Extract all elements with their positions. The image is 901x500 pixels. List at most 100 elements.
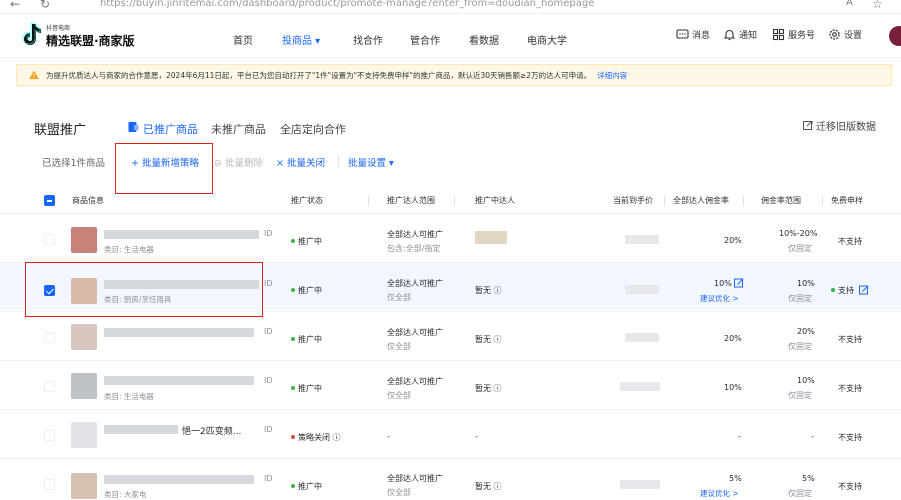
batch-settings-dropdown[interactable]: 批量设置 ▾ [348,155,394,169]
product-thumbnail[interactable] [71,324,97,350]
price-redacted [620,382,660,391]
col-scope: 推广达人范围 [387,196,435,205]
batch-close-button[interactable]: × 批量关闭 [276,155,325,169]
nav-ecommerce-university[interactable]: 电商大学 [527,32,567,47]
notify-label: 通知 [739,31,758,41]
batch-delete-button[interactable]: ⊖ 批量删除 [214,155,263,169]
status-text: 推广中 [298,286,322,295]
commission-range-value: 5% [802,474,815,483]
influencer-value: 暂无 ⓘ [475,335,502,344]
col-product-info: 商品信息 [72,196,104,205]
commission-value: 10% [714,279,732,288]
reader-icon[interactable]: A [846,0,853,8]
optimize-suggestion-link[interactable]: 建议优化 > [700,488,739,499]
status-badge: 推广中 [291,236,322,247]
select-all-checkbox[interactable] [44,195,55,206]
product-id: ID [264,279,273,288]
back-icon[interactable]: ← [10,0,20,11]
product-thumbnail[interactable] [71,422,97,448]
nav-home[interactable]: 首页 [233,32,253,47]
edit-icon[interactable] [859,285,869,295]
scope-subtext: 仅全部 [387,342,411,351]
tab-unpromoted-products[interactable]: 未推广商品 [211,121,266,137]
free-sample-value: 不支持 [838,335,862,344]
scope-text: 全部达人可推广 [387,230,443,239]
message-label: 消息 [692,31,711,41]
commission-range-subtext: 仅固定 [788,244,812,253]
nav-manage-cooperation[interactable]: 管合作 [410,32,440,47]
product-thumbnail[interactable] [71,373,97,399]
commission-range-value: 20% [797,327,815,336]
status-dot [291,337,295,341]
settings-button[interactable]: 设置 [828,28,862,41]
notice-detail-link[interactable]: 详细内容 [597,71,627,80]
notice-banner: 为提升优质达人与商家的合作意愿，2024年6月11日起，平台已为您自动打开了"1… [16,64,892,86]
commission-range-subtext: 仅固定 [788,489,812,498]
commission-value: 5% [729,474,742,483]
promoted-tab-icon [128,122,139,132]
nav-find-cooperation[interactable]: 找合作 [353,32,383,47]
scope-text: - [387,432,390,441]
top-header: 抖音电商 精选联盟·商家版 首页 投商品 ▾ 找合作 管合作 看数据 电商大学 … [0,14,901,58]
notice-message: 为提升优质达人与商家的合作意愿，2024年6月11日起，平台已为您自动打开了"1… [46,71,592,80]
export-icon [803,120,813,130]
commission-range-value: 10%-20% [779,229,818,238]
row-checkbox[interactable] [44,381,55,392]
optimize-suggestion-link[interactable]: 建议优化 > [700,293,739,304]
scope-text: 全部达人可推广 [387,279,443,288]
product-id: ID [264,376,273,385]
table-row[interactable]: ID 推广中 全部达人可推广 仅全部 暂无 ⓘ 20% 20% 仅固定 不支持 [0,311,901,359]
migrate-data-button[interactable]: 迁移旧版数据 [803,118,876,133]
col-commission-range: 佣金率范围 [761,196,801,205]
influencer-value: 暂无 ⓘ [475,482,502,491]
service-account-label: 服务号 [788,31,816,41]
bookmark-icon[interactable]: ☆ [872,0,883,11]
scope-subtext: 仅全部 [387,488,411,497]
warning-icon [29,70,39,79]
product-category: 类目: 生活电器 [104,392,154,401]
status-badge: 策略关闭 ⓘ [291,432,341,443]
brand-title[interactable]: 精选联盟·商家版 [46,32,135,49]
message-button[interactable]: 消息 [676,28,710,41]
status-dot [291,386,295,390]
avatar[interactable] [889,26,901,46]
product-thumbnail[interactable] [71,473,97,499]
row-checkbox[interactable] [44,332,55,343]
nav-promote-products[interactable]: 投商品 ▾ [282,32,320,47]
commission-value: 20% [724,236,742,245]
price-redacted [625,235,659,244]
table-row[interactable]: ID 类目: 生活电器 推广中 全部达人可推广 仅全部 暂无 ⓘ 10% 10%… [0,360,901,408]
product-title-redacted [104,376,254,385]
highlight-box-selected-row [25,262,263,317]
page-title: 联盟推广 [34,123,87,138]
nav-data[interactable]: 看数据 [469,32,499,47]
product-thumbnail[interactable] [71,227,97,253]
table-row[interactable]: 悒一2匹变频... ID 策略关闭 ⓘ - - - - 不支持 [0,409,901,457]
influencer-value: 暂无 ⓘ [475,286,502,295]
divider [338,156,339,167]
highlight-box-batch-add [115,143,213,194]
brand-subtitle: 抖音电商 [46,25,71,32]
notify-button[interactable]: 通知 [723,28,757,41]
bell-icon [723,29,736,41]
service-account-button[interactable]: 服务号 [772,28,815,41]
row-checkbox[interactable] [44,430,55,441]
tab-promoted-products[interactable]: 已推广商品 [143,121,198,137]
reload-icon[interactable]: ↻ [40,0,50,11]
row-checkbox[interactable] [44,234,55,245]
product-id: ID [264,425,273,434]
table-row[interactable]: ID 类目: 大家电 推广中 全部达人可推广 仅全部 暂无 ⓘ 5% 建议优化 … [0,458,901,500]
scope-subtext: 包含:全部/指定 [387,244,441,253]
grid-icon [772,28,785,41]
product-id: ID [264,474,273,483]
free-sample-value: 不支持 [838,482,862,491]
table-row[interactable]: ID 类目: 生活电器 推广中 全部达人可推广 包含:全部/指定 20% 10%… [0,213,901,261]
product-category: 类目: 大家电 [104,490,147,499]
address-bar[interactable]: https://buyin.jinritemai.com/dashboard/p… [100,0,594,9]
col-divider [368,196,369,206]
tiktok-logo-icon[interactable] [20,22,42,46]
edit-icon[interactable] [734,278,744,288]
row-checkbox[interactable] [44,479,55,490]
commission-value: 20% [724,334,742,343]
tab-store-directed[interactable]: 全店定向合作 [280,121,346,137]
